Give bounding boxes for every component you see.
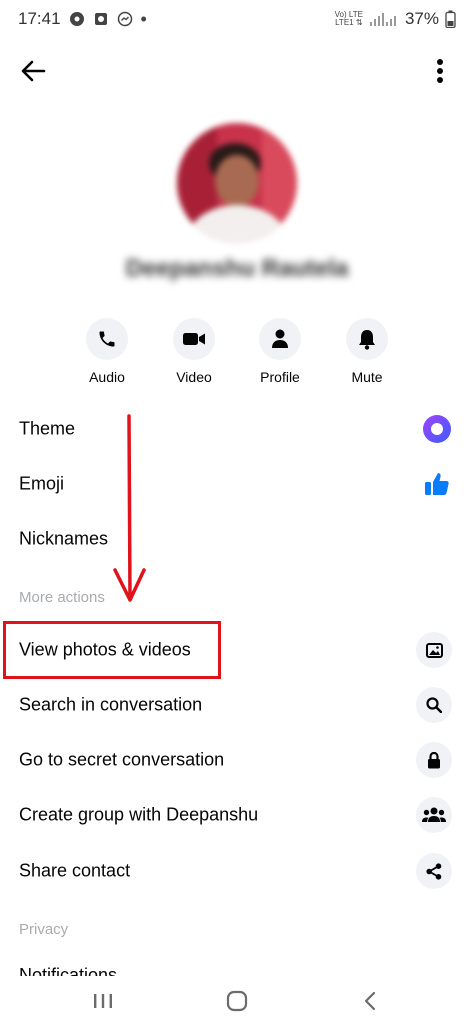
video-call-button[interactable]: Video bbox=[154, 318, 234, 385]
bell-icon bbox=[359, 329, 375, 350]
theme-row[interactable]: Theme bbox=[0, 403, 474, 455]
thumbs-up-icon bbox=[425, 473, 449, 495]
audio-label: Audio bbox=[89, 369, 125, 385]
search-icon bbox=[426, 697, 442, 713]
create-group-row[interactable]: Create group with Deepanshu bbox=[0, 789, 474, 841]
notifications-label: Notifications bbox=[19, 965, 118, 976]
share-icon bbox=[426, 862, 442, 880]
emoji-row[interactable]: Emoji bbox=[0, 458, 474, 510]
share-contact-row[interactable]: Share contact bbox=[0, 845, 474, 897]
secret-conversation-label: Go to secret conversation bbox=[19, 749, 225, 770]
battery-level: 37% bbox=[404, 9, 439, 28]
back-button[interactable] bbox=[16, 54, 50, 88]
nicknames-row[interactable]: Nicknames bbox=[0, 513, 474, 565]
group-icon bbox=[422, 807, 446, 822]
more-options-button[interactable] bbox=[430, 54, 450, 88]
quick-actions: Audio Video Profile Mute bbox=[0, 318, 474, 388]
avatar[interactable] bbox=[177, 123, 297, 243]
home-button[interactable] bbox=[217, 986, 257, 1016]
privacy-header: Privacy bbox=[19, 921, 69, 938]
more-vertical-icon bbox=[437, 59, 443, 83]
status-bar: 17:41 • Vo) LTE LTE1 ⇅ 37% bbox=[0, 0, 474, 38]
search-conversation-label: Search in conversation bbox=[19, 694, 203, 715]
status-time: 17:41 bbox=[18, 9, 61, 28]
secret-conversation-row[interactable]: Go to secret conversation bbox=[0, 734, 474, 786]
signal-icon bbox=[369, 13, 396, 26]
arrow-left-icon bbox=[21, 60, 46, 82]
photo-notification-icon bbox=[94, 13, 107, 25]
mute-button[interactable]: Mute bbox=[327, 318, 407, 385]
phone-icon bbox=[99, 331, 115, 347]
audio-call-button[interactable]: Audio bbox=[67, 318, 147, 385]
annotation-arrow bbox=[113, 414, 146, 602]
mute-label: Mute bbox=[351, 369, 383, 385]
aperture-icon bbox=[69, 12, 84, 26]
recent-apps-button[interactable] bbox=[83, 986, 123, 1016]
profile-label: Profile bbox=[260, 369, 300, 385]
network-indicator: Vo) LTE LTE1 ⇅ bbox=[334, 10, 363, 27]
nicknames-label: Nicknames bbox=[19, 528, 109, 549]
theme-label: Theme bbox=[19, 418, 76, 439]
battery-icon bbox=[445, 10, 456, 28]
chevron-left-icon bbox=[364, 991, 376, 1011]
system-back-button[interactable] bbox=[350, 986, 390, 1016]
video-label: Video bbox=[176, 369, 212, 385]
home-icon bbox=[226, 990, 248, 1012]
more-notifications-dot: • bbox=[140, 8, 147, 29]
notifications-row-partial[interactable]: Notifications bbox=[19, 962, 219, 976]
share-contact-label: Share contact bbox=[19, 860, 131, 881]
create-group-label: Create group with Deepanshu bbox=[19, 804, 259, 825]
system-navigation-bar bbox=[0, 976, 474, 1027]
person-icon bbox=[272, 329, 288, 348]
theme-color-icon bbox=[423, 415, 451, 443]
video-camera-icon bbox=[183, 333, 205, 345]
profile-button[interactable]: Profile bbox=[240, 318, 320, 385]
top-bar bbox=[0, 48, 474, 92]
image-icon bbox=[425, 642, 443, 658]
messenger-notification-icon bbox=[117, 11, 132, 27]
search-conversation-row[interactable]: Search in conversation bbox=[0, 679, 474, 731]
contact-name: Deepanshu Rautela bbox=[125, 255, 349, 282]
emoji-label: Emoji bbox=[19, 473, 65, 494]
lock-icon bbox=[428, 751, 440, 768]
recent-apps-icon bbox=[94, 994, 112, 1008]
more-actions-header: More actions bbox=[19, 589, 105, 606]
annotation-highlight-box bbox=[3, 621, 221, 679]
